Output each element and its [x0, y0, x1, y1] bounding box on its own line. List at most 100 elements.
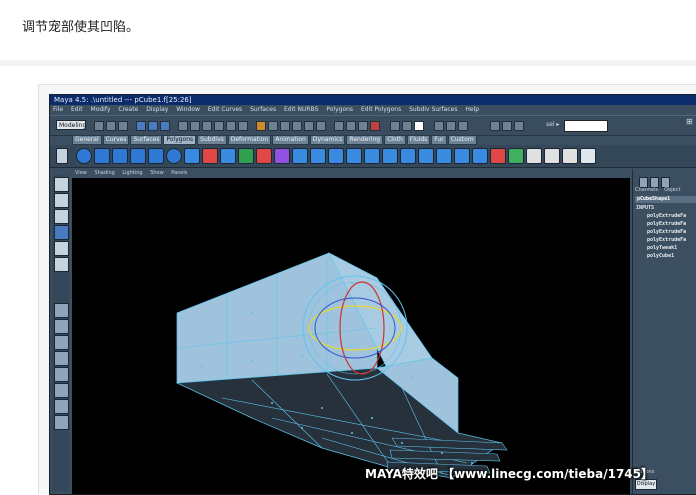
mode-dropdown[interactable]: Modeling [56, 120, 86, 130]
checker-icon[interactable] [544, 148, 560, 164]
poly-tool-icon[interactable] [400, 148, 416, 164]
mask-icon[interactable] [214, 121, 224, 131]
poly-tool-icon[interactable] [454, 148, 470, 164]
checker-icon[interactable] [562, 148, 578, 164]
layout-icon[interactable] [54, 319, 69, 334]
input-node[interactable]: polyCube1 [647, 253, 674, 259]
shelf-tab-rendering[interactable]: Rendering [346, 135, 384, 145]
render-icon[interactable] [434, 121, 444, 131]
poly-cone-icon[interactable] [130, 148, 146, 164]
poly-tool-icon[interactable] [274, 148, 290, 164]
poly-tool-icon[interactable] [472, 148, 488, 164]
move-tool-icon[interactable] [54, 209, 69, 224]
input-line-icon[interactable] [502, 121, 512, 131]
panel-menu-view[interactable]: View [75, 170, 87, 176]
layout-icon[interactable] [54, 383, 69, 398]
shelf-tab-animation[interactable]: Animation [272, 135, 309, 145]
poly-cylinder-icon[interactable] [112, 148, 128, 164]
shelf-tab-general[interactable]: General [72, 135, 102, 145]
manipulator-tool-icon[interactable] [54, 257, 69, 272]
poly-tool-icon[interactable] [292, 148, 308, 164]
poly-tool-icon[interactable] [346, 148, 362, 164]
poly-cube-icon[interactable] [94, 148, 110, 164]
menu-help[interactable]: Help [465, 106, 479, 113]
poly-tool-icon[interactable] [220, 148, 236, 164]
menu-edit-curves[interactable]: Edit Curves [208, 106, 242, 113]
render-globals-icon[interactable] [458, 121, 468, 131]
tab-channels[interactable]: Channels [635, 187, 658, 193]
checker-icon[interactable] [526, 148, 542, 164]
select-hierarchy-icon[interactable] [136, 121, 146, 131]
new-scene-icon[interactable] [94, 121, 104, 131]
menu-subdiv-surfaces[interactable]: Subdiv Surfaces [409, 106, 457, 113]
menu-edit-nurbs[interactable]: Edit NURBS [284, 106, 318, 113]
poly-tool-icon[interactable] [490, 148, 506, 164]
history-icon[interactable] [402, 121, 412, 131]
shelf-tab-custom[interactable]: Custom [447, 135, 477, 145]
shelf-tab-dynamics[interactable]: Dynamics [309, 135, 346, 145]
snap-curve-icon[interactable] [346, 121, 356, 131]
poly-plane-icon[interactable] [148, 148, 164, 164]
mask-icon[interactable] [316, 121, 326, 131]
input-node[interactable]: polyExtrudeFa [647, 213, 686, 219]
menu-surfaces[interactable]: Surfaces [250, 106, 276, 113]
poly-tool-icon[interactable] [238, 148, 254, 164]
perspective-viewport[interactable] [72, 178, 630, 494]
mask-icon[interactable] [304, 121, 314, 131]
poly-tool-icon[interactable] [184, 148, 200, 164]
layout-icon[interactable] [54, 335, 69, 350]
mask-icon[interactable] [178, 121, 188, 131]
mask-icon[interactable] [202, 121, 212, 131]
selection-field[interactable] [564, 120, 608, 132]
input-line-icon[interactable] [490, 121, 500, 131]
panel-menu-show[interactable]: Show [150, 170, 164, 176]
shelf-tab-subdivs[interactable]: Subdivs [197, 135, 227, 145]
shelf-tab-cloth[interactable]: Cloth [384, 135, 406, 145]
poly-tool-icon[interactable] [508, 148, 524, 164]
mask-icon[interactable] [280, 121, 290, 131]
panel-menu-lighting[interactable]: Lighting [122, 170, 142, 176]
poly-tool-icon[interactable] [418, 148, 434, 164]
layout-icon[interactable] [54, 303, 69, 318]
input-node[interactable]: polyExtrudeFa [647, 237, 686, 243]
layout-icon[interactable] [54, 351, 69, 366]
selected-object-name[interactable]: pCubeShape1 [635, 196, 696, 203]
shelf-menu-icon[interactable] [56, 148, 68, 164]
poly-torus-icon[interactable] [166, 148, 182, 164]
poly-sphere-icon[interactable] [76, 148, 92, 164]
tab-object[interactable]: Object [664, 187, 680, 193]
mask-icon[interactable] [268, 121, 278, 131]
menu-modify[interactable]: Modify [91, 106, 111, 113]
panel-menu-shading[interactable]: Shading [94, 170, 114, 176]
snap-point-icon[interactable] [358, 121, 368, 131]
layout-icon[interactable] [54, 415, 69, 430]
rotate-tool-icon[interactable] [54, 225, 69, 240]
cursor-icon[interactable] [580, 148, 596, 164]
menu-edit-polygons[interactable]: Edit Polygons [361, 106, 401, 113]
scale-tool-icon[interactable] [54, 241, 69, 256]
open-scene-icon[interactable] [106, 121, 116, 131]
history-icon[interactable] [390, 121, 400, 131]
shelf-tab-curves[interactable]: Curves [102, 135, 130, 145]
shelf-tab-fur[interactable]: Fur [431, 135, 447, 145]
panel-toggle-icon[interactable]: ⊞ [686, 117, 693, 126]
select-tool-icon[interactable] [54, 177, 69, 192]
snap-view-icon[interactable] [370, 121, 380, 131]
poly-tool-icon[interactable] [382, 148, 398, 164]
panel-menu-panels[interactable]: Panels [171, 170, 187, 176]
poly-tool-icon[interactable] [256, 148, 272, 164]
lasso-tool-icon[interactable] [54, 193, 69, 208]
poly-tool-icon[interactable] [202, 148, 218, 164]
mask-icon[interactable] [226, 121, 236, 131]
shelf-tab-fluids[interactable]: Fluids [406, 135, 431, 145]
mask-icon[interactable] [292, 121, 302, 131]
input-node[interactable]: polyTweak1 [647, 245, 677, 251]
layout-icon[interactable] [54, 367, 69, 382]
menu-window[interactable]: Window [176, 106, 200, 113]
select-object-icon[interactable] [148, 121, 158, 131]
shelf-tab-surfaces[interactable]: Surfaces [130, 135, 163, 145]
snap-grid-icon[interactable] [334, 121, 344, 131]
poly-tool-icon[interactable] [436, 148, 452, 164]
poly-tool-icon[interactable] [364, 148, 380, 164]
ipr-render-icon[interactable] [446, 121, 456, 131]
